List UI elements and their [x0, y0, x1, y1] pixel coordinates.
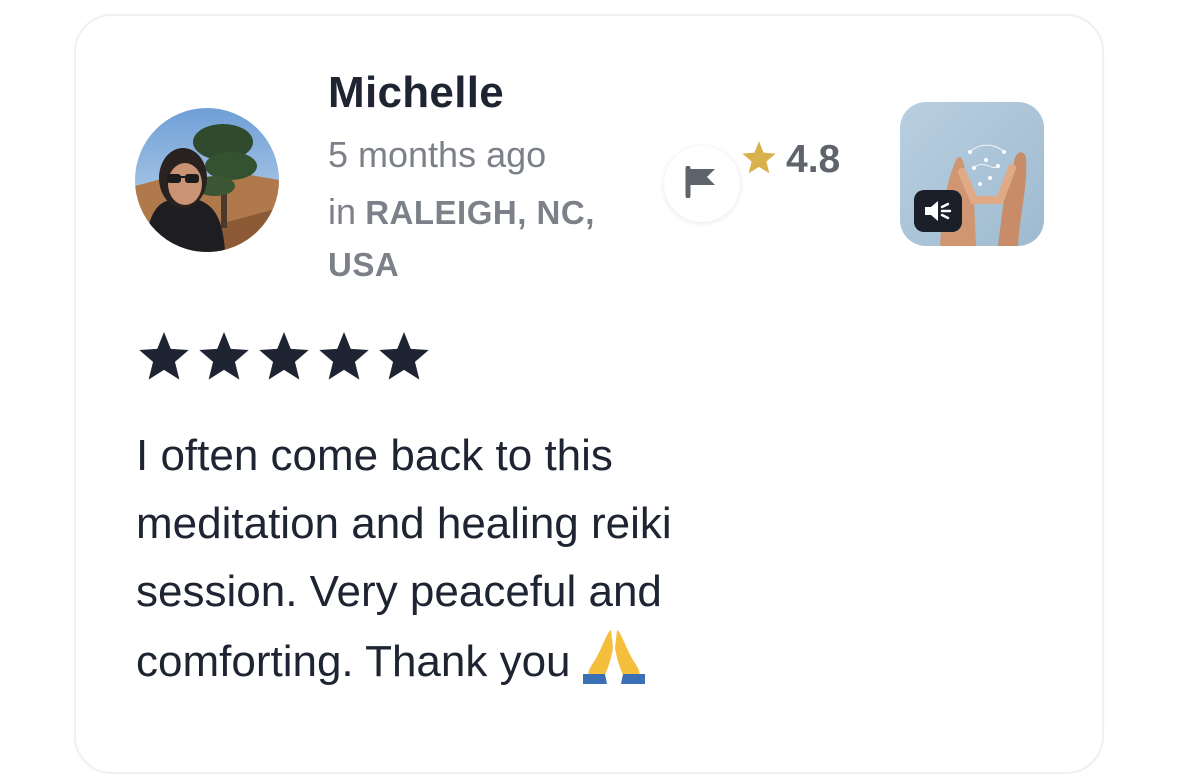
rating-star-icon [196, 330, 252, 384]
folded-hands-emoji [581, 626, 647, 704]
audio-badge [914, 190, 962, 232]
report-flag-button[interactable] [664, 146, 740, 222]
review-text: I often come back to this meditation and… [136, 422, 776, 704]
rating-star-icon [136, 330, 192, 384]
location-country: USA [328, 246, 400, 283]
reviewer-name[interactable]: Michelle [328, 68, 504, 118]
track-rating: 4.8 [740, 138, 840, 182]
rating-star-icon [316, 330, 372, 384]
user-star-rating [136, 330, 432, 384]
rating-value: 4.8 [786, 138, 841, 181]
rating-star-icon [256, 330, 312, 384]
location-city: RALEIGH, NC, [365, 194, 595, 231]
location-prefix: in [328, 191, 357, 232]
review-time: 5 months ago [328, 134, 547, 175]
flag-icon [685, 165, 719, 203]
reviewer-avatar[interactable] [135, 108, 279, 252]
rating-star-icon [376, 330, 432, 384]
track-thumbnail[interactable] [900, 102, 1044, 246]
star-icon [740, 139, 778, 182]
review-location: in RALEIGH, NC, USA [328, 186, 628, 291]
speaker-icon [923, 198, 953, 224]
